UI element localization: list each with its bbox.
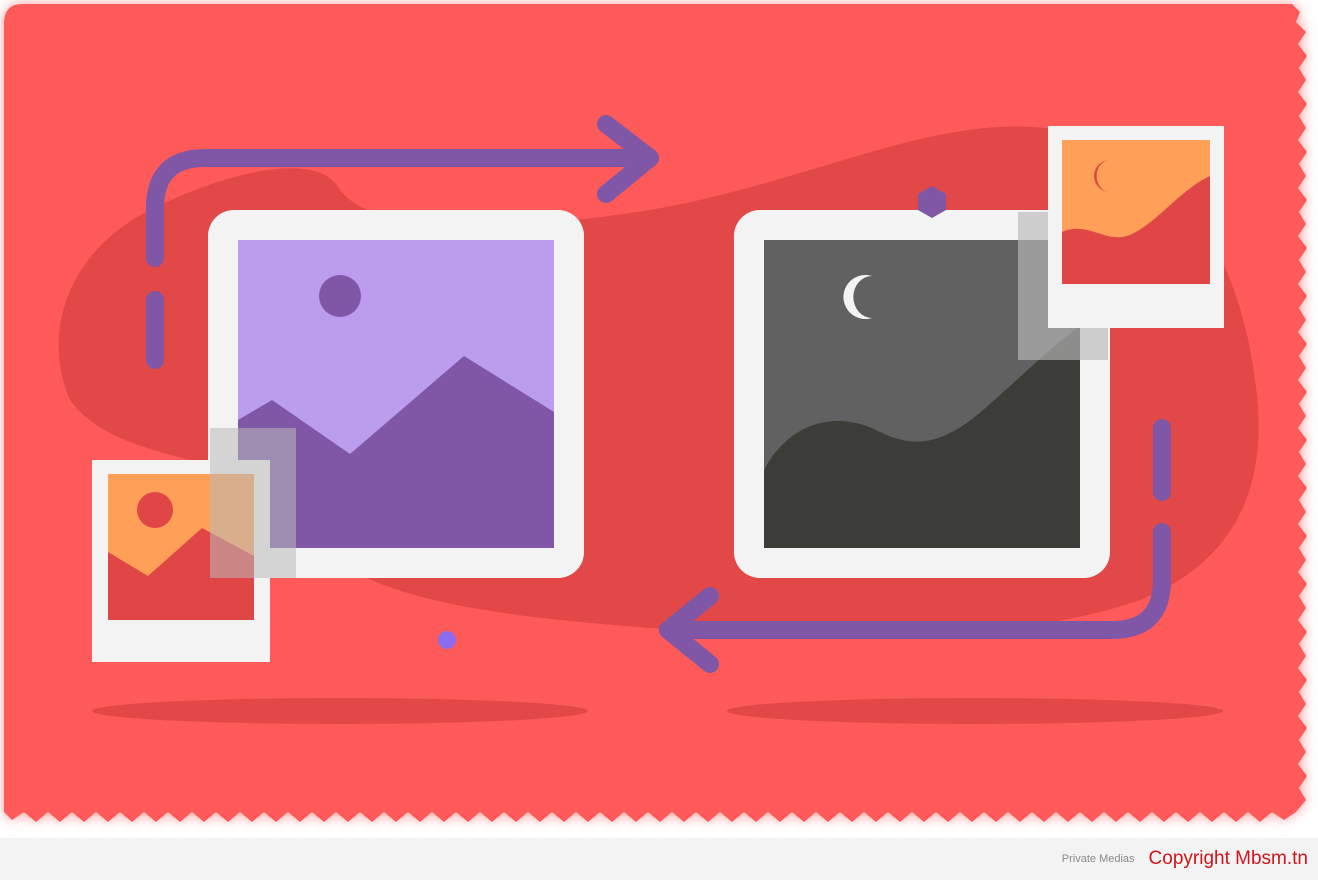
sun-icon: [319, 275, 361, 317]
sun-icon-small: [137, 492, 173, 528]
tape: [210, 428, 296, 578]
illustration-frame: [0, 0, 1318, 838]
footer-bar: Private Medias Copyright Mbsm.tn: [0, 838, 1318, 880]
small-photo-icon-right: [1048, 126, 1224, 328]
source-label: Private Medias: [1061, 853, 1135, 865]
right-ground-shadow: [727, 698, 1223, 724]
copyright-label: Copyright Mbsm.tn: [1148, 848, 1308, 869]
small-dot-icon: [438, 631, 456, 649]
small-photo-icon-left: [92, 428, 296, 662]
left-ground-shadow: [92, 698, 588, 724]
